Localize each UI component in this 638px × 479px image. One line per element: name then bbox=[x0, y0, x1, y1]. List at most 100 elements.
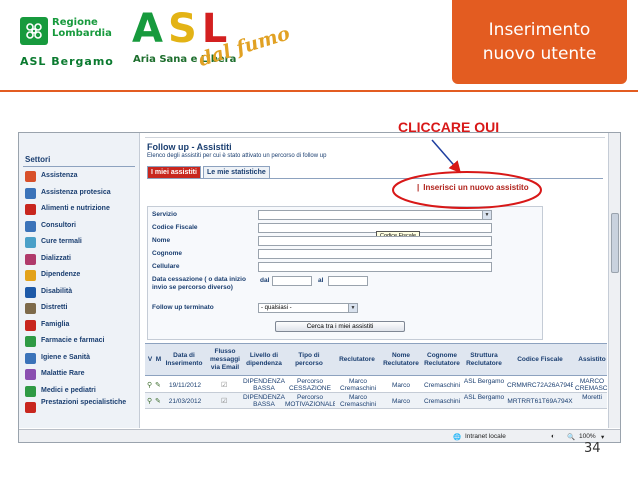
sidebar-item[interactable]: Prestazioni specialistiche bbox=[25, 399, 137, 414]
table-row[interactable]: ⚲ ✎ ☑ 21/03/2012 DIPENDENZA BASSA Percorso MO… bbox=[145, 393, 607, 409]
zoom-level[interactable]: 100% bbox=[579, 433, 596, 440]
col-header-nome-reclutatore[interactable]: Nome Reclutatore bbox=[381, 352, 421, 368]
cell-assistito: MARCO CREMASCHI bbox=[575, 378, 609, 392]
building-icon bbox=[25, 303, 36, 314]
col-header-m: M bbox=[155, 356, 162, 363]
wheelchair-icon bbox=[25, 286, 36, 298]
col-header-flusso-messaggi[interactable]: Flusso messaggi via Email bbox=[209, 348, 241, 372]
slide-header: Regione Lombardia ASL Bergamo ASL Aria S… bbox=[0, 0, 638, 92]
stethoscope-icon bbox=[25, 402, 36, 413]
col-header-livello-dipendenza[interactable]: Livello di dipendenza bbox=[243, 352, 285, 368]
lombardia-label: Lombardia bbox=[52, 28, 112, 39]
sidebar-item-label: Consultori bbox=[41, 221, 76, 229]
regione-lombardia-text: Regione Lombardia bbox=[52, 17, 112, 39]
sidebar-item-label: Assistenza protesica bbox=[41, 188, 111, 196]
zone-label: Intranet locale bbox=[465, 433, 506, 440]
insert-new-assistito-link[interactable]: | Inserisci un nuovo assistito bbox=[417, 183, 529, 192]
sidebar-item[interactable]: Farmacie e farmaci bbox=[25, 336, 137, 348]
follow-up-terminato-label: Follow up terminato bbox=[152, 304, 214, 311]
asl-letter-a: A bbox=[132, 6, 168, 52]
spa-icon bbox=[25, 237, 36, 248]
cell-struttura-reclutatore: ASL Bergamo bbox=[463, 378, 505, 385]
sidebar-item[interactable]: Consultori bbox=[25, 220, 137, 233]
sidebar-item[interactable]: Dializzati bbox=[25, 253, 137, 266]
al-label: al bbox=[318, 277, 324, 284]
codice-fiscale-input[interactable] bbox=[258, 223, 492, 233]
tab-statistiche[interactable]: Le mie statistiche bbox=[203, 166, 270, 178]
browser-screenshot: Settori Assistenza Assistenza protesica Al… bbox=[18, 132, 621, 443]
nome-input[interactable] bbox=[258, 236, 492, 246]
sidebar-item[interactable]: Famiglia bbox=[25, 319, 137, 332]
edit-icon[interactable]: ✎ bbox=[155, 381, 161, 389]
col-header-reclutatore[interactable]: Reclutatore bbox=[335, 356, 379, 364]
chevron-down-icon[interactable]: ▾ bbox=[601, 433, 604, 441]
servizio-select[interactable]: ▼ bbox=[258, 210, 492, 220]
sidebar-item[interactable]: Alimenti e nutrizione bbox=[25, 204, 137, 216]
sidebar-item[interactable]: Disabilità bbox=[25, 286, 137, 299]
sidebar-item-label: Disabilità bbox=[41, 287, 73, 295]
email-flow-checkbox[interactable]: ☑ bbox=[221, 381, 227, 389]
globe-icon: 🌐 bbox=[453, 434, 462, 441]
top-divider bbox=[145, 133, 605, 138]
col-header-codice-fiscale[interactable]: Codice Fiscale bbox=[507, 356, 573, 364]
sidebar-item-label: Malattie Rare bbox=[41, 370, 85, 377]
cell-nome-reclutatore: Marco bbox=[391, 398, 411, 405]
view-icon[interactable]: ⚲ bbox=[147, 397, 152, 405]
chevron-down-icon: ▼ bbox=[482, 211, 491, 219]
slide-title-line1: Inserimento bbox=[488, 20, 591, 40]
cellulare-input[interactable] bbox=[258, 262, 492, 272]
sidebar-item[interactable]: Igiene e Sanità bbox=[25, 352, 137, 365]
sidebar-item[interactable]: Assistenza protesica bbox=[25, 187, 137, 200]
sidebar-item-label: Dipendenze bbox=[41, 271, 81, 278]
email-flow-checkbox[interactable]: ☑ bbox=[221, 397, 227, 405]
insert-link-label: Inserisci un nuovo assistito bbox=[423, 183, 529, 192]
cellulare-label: Cellulare bbox=[152, 263, 180, 270]
kidney-icon bbox=[25, 253, 36, 265]
tab-miei-assistiti[interactable]: I miei assistiti bbox=[147, 166, 201, 178]
table-row[interactable]: ⚲ ✎ ☑ 19/11/2012 DIPENDENZA BASSA Percorso CE… bbox=[145, 377, 609, 393]
date-from-input[interactable] bbox=[272, 276, 312, 286]
crutch-icon bbox=[25, 187, 36, 199]
follow-up-terminato-select[interactable]: - qualsiasi - ▼ bbox=[258, 303, 358, 313]
doctor-icon bbox=[25, 385, 36, 397]
col-header-tipo-percorso[interactable]: Tipo di percorso bbox=[285, 352, 333, 368]
regione-lombardia-logo: Regione Lombardia bbox=[20, 17, 112, 45]
vertical-scrollbar[interactable] bbox=[608, 133, 620, 428]
regione-lombardia-rose-icon bbox=[20, 17, 48, 45]
pharmacy-icon bbox=[25, 336, 36, 347]
cognome-label: Cognome bbox=[152, 250, 182, 257]
sidebar-item[interactable]: Cure termali bbox=[25, 237, 137, 249]
nome-label: Nome bbox=[152, 237, 171, 244]
slide-title-box: Inserimento nuovo utente bbox=[452, 0, 627, 84]
scroll-thumb[interactable] bbox=[611, 213, 619, 273]
col-header-data-inserimento[interactable]: Data di Inserimento bbox=[163, 352, 205, 368]
col-header-cognome-reclutatore[interactable]: Cognome Reclutatore bbox=[421, 352, 463, 368]
cell-reclutatore: Marco Cremaschini bbox=[339, 394, 377, 408]
dal-label: dal bbox=[260, 277, 270, 284]
sidebar-item[interactable]: Assistenza bbox=[25, 171, 137, 183]
sidebar-item[interactable]: Dipendenze bbox=[25, 270, 137, 282]
page-subtitle: Elenco degli assistiti per cui è stato a… bbox=[147, 153, 327, 159]
sidebar-item[interactable]: Distretti bbox=[25, 303, 137, 315]
cell-data-inserimento: 21/03/2012 bbox=[168, 398, 202, 405]
date-to-input[interactable] bbox=[328, 276, 368, 286]
col-header-assistito[interactable]: Assistito bbox=[575, 356, 609, 364]
link-separator: | bbox=[417, 183, 420, 192]
header-divider bbox=[0, 90, 638, 92]
sidebar-item[interactable]: Malattie Rare bbox=[25, 369, 137, 381]
codice-fiscale-label: Codice Fiscale bbox=[152, 224, 198, 231]
sidebar-title: Settori bbox=[25, 155, 51, 164]
col-header-struttura-reclutatore[interactable]: Struttura Reclutatore bbox=[463, 352, 505, 368]
sidebar-item-label: Medici e pediatri bbox=[41, 386, 96, 394]
sidebar-item-label: Distretti bbox=[41, 304, 68, 311]
sidebar-item-label: Farmacie e farmaci bbox=[41, 337, 105, 344]
cognome-input[interactable] bbox=[258, 249, 492, 259]
asl-bergamo-label: ASL Bergamo bbox=[20, 55, 114, 68]
cell-codice-fiscale: MRTRRT61T69A794X bbox=[507, 398, 573, 405]
edit-icon[interactable]: ✎ bbox=[155, 397, 161, 405]
sidebar-item-label: Igiene e Sanità bbox=[41, 353, 91, 361]
protected-mode-icon: ◐ bbox=[551, 433, 555, 440]
search-button[interactable]: Cerca tra i miei assistiti bbox=[275, 321, 405, 332]
sidebar-item[interactable]: Medici e pediatri bbox=[25, 385, 137, 398]
view-icon[interactable]: ⚲ bbox=[147, 381, 152, 389]
